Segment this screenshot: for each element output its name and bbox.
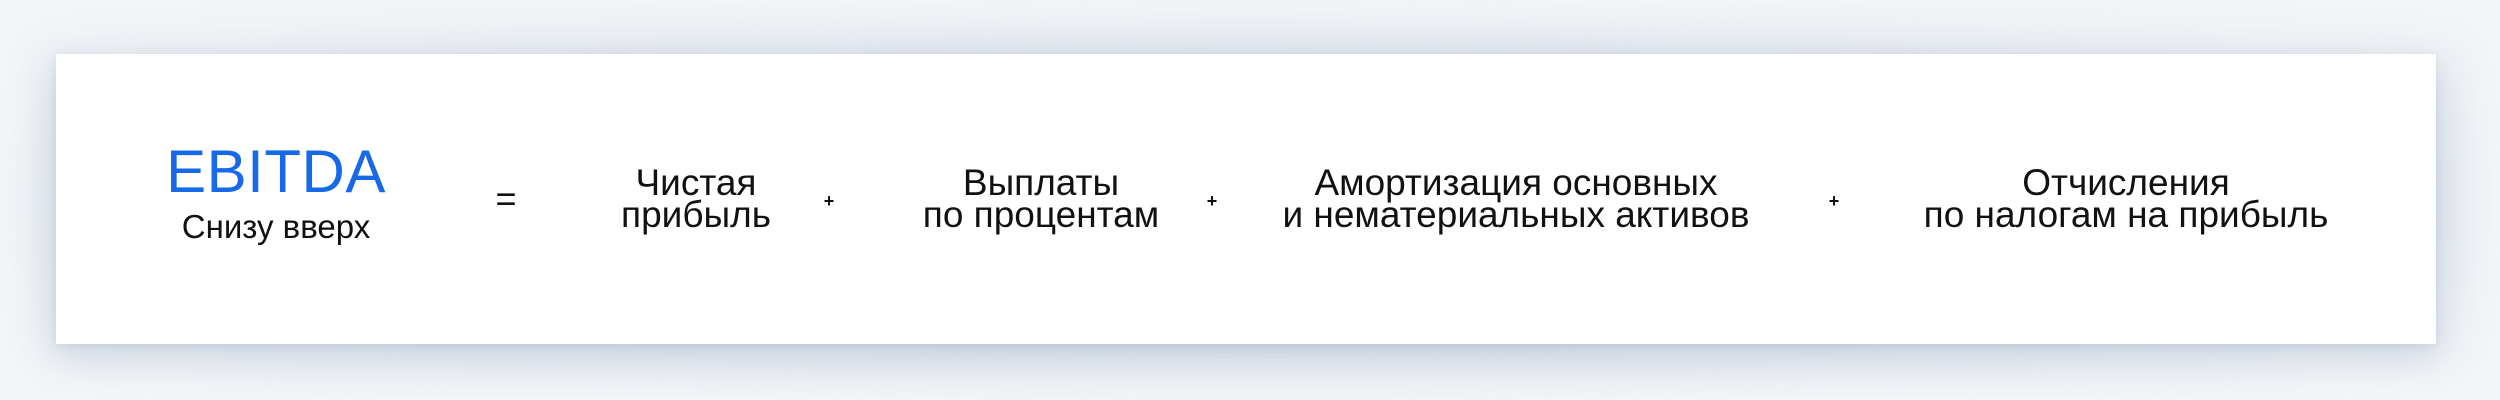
ebitda-formula-card: EBITDA Снизу вверх = Чистая прибыль + Вы… [56, 54, 2436, 344]
interest-payments-term: Выплаты по процентам [886, 54, 1196, 344]
formula-row: EBITDA Снизу вверх = Чистая прибыль + Вы… [56, 54, 2436, 344]
plus-sign-2: + [1206, 191, 1218, 211]
income-tax-term: Отчисления по налогам на прибыль [1876, 54, 2376, 344]
net-profit-line-2: прибыль [621, 194, 771, 235]
plus-sign-3: + [1828, 191, 1840, 211]
net-profit-term: Чистая прибыль [576, 54, 816, 344]
plus-sign-1: + [823, 191, 835, 211]
ebitda-block: EBITDA Снизу вверх [156, 48, 396, 338]
ebitda-title: EBITDA [166, 138, 386, 205]
income-tax-line-2: по налогам на прибыль [1923, 194, 2329, 235]
amortization-line-2: и нематериальных активов [1282, 194, 1750, 235]
amortization-term: Амортизация основных и нематериальных ак… [1236, 54, 1796, 344]
ebitda-subtitle: Снизу вверх [181, 208, 371, 245]
equals-sign: = [495, 178, 517, 219]
interest-payments-line-2: по процентам [922, 194, 1160, 235]
